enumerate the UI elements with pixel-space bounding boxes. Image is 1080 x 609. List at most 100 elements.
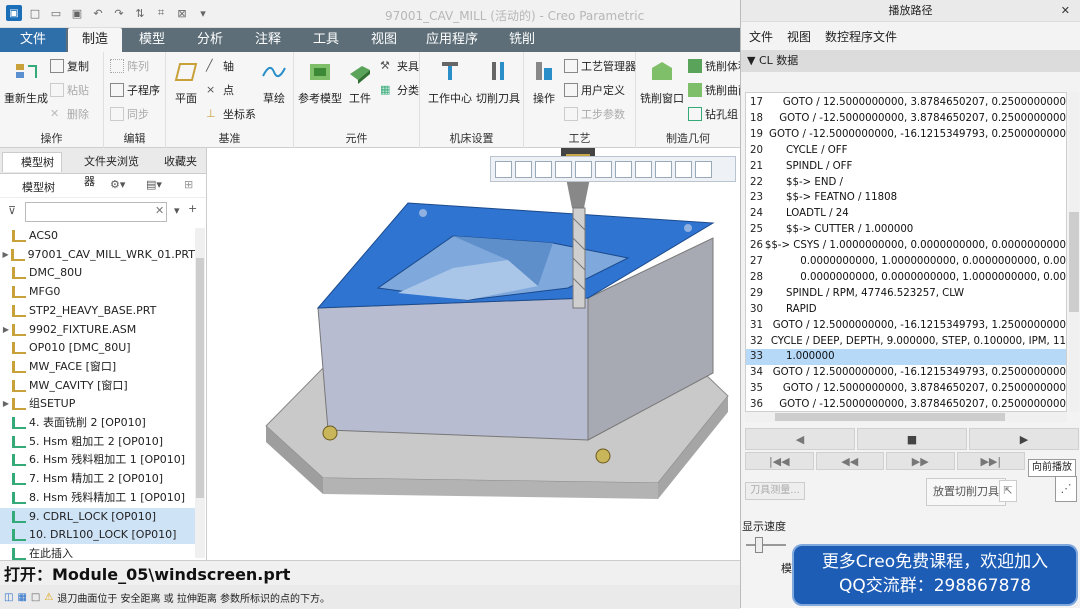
cl-hscroll-thumb[interactable] — [775, 413, 1005, 421]
tree-item[interactable]: 9. CDRL_LOCK [OP010] — [0, 507, 195, 526]
cl-data-row[interactable]: 31 GOTO / 12.5000000000, -16.1215349793, … — [746, 318, 1066, 334]
app-logo-icon[interactable]: ▣ — [6, 5, 22, 21]
tree-item[interactable]: OP010 [DMC_80U] — [0, 339, 195, 357]
tab-folder-browser[interactable]: 文件夹浏览器 — [66, 152, 140, 188]
saved-views-icon[interactable] — [575, 160, 592, 178]
tool-measure-button[interactable]: 刀具测量... — [745, 482, 805, 500]
cl-data-row[interactable]: 29 SPINDL / RPM, 47746.523257, CLW — [746, 286, 1066, 302]
zoom-in-icon[interactable] — [515, 160, 532, 178]
fast-forward-button[interactable]: ▶▶| — [956, 452, 1025, 470]
expand-arrow-icon[interactable]: ▶ — [0, 321, 12, 339]
cl-data-row[interactable]: 35 GOTO / 12.5000000000, 3.8784650207, 0.… — [746, 381, 1066, 397]
workpiece-button[interactable]: 工件 — [346, 58, 374, 106]
drill-group-button[interactable]: 钻孔组 — [688, 106, 738, 122]
step-parameters-button[interactable]: 工步参数 — [564, 106, 625, 122]
window-icon[interactable]: ⌗ — [153, 5, 169, 21]
menu-file[interactable]: 文件 — [749, 28, 773, 45]
cl-data-row[interactable]: 32 CYCLE / DEEP, DEPTH, 9.000000, STEP, 0… — [746, 334, 1066, 350]
tab-applications[interactable]: 应用程序 — [414, 28, 490, 52]
cl-data-row[interactable]: 36 GOTO / -12.5000000000, 3.8784650207, 0… — [746, 397, 1066, 411]
add-filter-icon[interactable]: + — [188, 202, 197, 215]
datum-display-icon[interactable] — [635, 160, 652, 178]
cl-data-row[interactable]: 33 1.000000 — [746, 349, 1066, 366]
spin-center-icon[interactable] — [675, 160, 692, 178]
undo-icon[interactable]: ↶ — [90, 5, 106, 21]
tree-item[interactable]: 8. Hsm 残料精加工 1 [OP010] — [0, 489, 195, 507]
menu-nc-file[interactable]: 数控程序文件 — [825, 28, 897, 45]
cl-vertical-scrollbar[interactable] — [1069, 92, 1079, 412]
rewind-button[interactable]: |◀◀ — [745, 452, 814, 470]
reference-model-button[interactable]: 参考模型 — [298, 58, 342, 106]
mill-window-button[interactable]: 铣削窗口 — [640, 58, 684, 106]
close-icon[interactable]: ✕ — [1061, 0, 1070, 22]
tree-search-input[interactable] — [25, 202, 167, 222]
classify-button[interactable]: ▦ 分类 — [380, 82, 419, 98]
sketch-button[interactable]: 草绘 — [260, 58, 288, 106]
tree-scrollbar[interactable] — [195, 228, 205, 558]
tree-scroll-thumb[interactable] — [196, 258, 204, 498]
clear-filter-icon[interactable]: ✕ — [155, 204, 164, 217]
tree-item[interactable]: DMC_80U — [0, 264, 195, 282]
cl-data-row[interactable]: 34 GOTO / 12.5000000000, -16.1215349793, … — [746, 365, 1066, 381]
filter-dropdown-icon[interactable]: ▾ — [174, 204, 180, 217]
user-defined-button[interactable]: 用户定义 — [564, 82, 625, 98]
zoom-fit-icon[interactable] — [495, 160, 512, 178]
cl-data-row[interactable]: 26 $$-> CSYS / 1.0000000000, 0.0000000000… — [746, 238, 1066, 254]
place-cutter-pick-icon[interactable]: ⇱ — [999, 480, 1017, 502]
axis-button[interactable]: ╱ 轴 — [206, 58, 234, 74]
step-back-button[interactable]: ◀◀ — [815, 452, 884, 470]
tree-item[interactable]: ▶ 9902_FIXTURE.ASM — [0, 321, 195, 339]
cl-data-row[interactable]: 17 GOTO / 12.5000000000, 3.8784650207, 0.… — [746, 95, 1066, 111]
browser-toggle-icon[interactable]: ▦ — [17, 592, 26, 603]
tree-item[interactable]: ▶ 组SETUP — [0, 395, 195, 413]
cl-scroll-thumb[interactable] — [1069, 212, 1079, 312]
fullscreen-icon[interactable]: □ — [31, 592, 40, 603]
tree-item[interactable]: MW_FACE [窗口] — [0, 358, 195, 376]
cl-horizontal-scrollbar[interactable] — [745, 412, 1067, 422]
cl-data-row[interactable]: 18 GOTO / -12.5000000000, 3.8784650207, 0… — [746, 111, 1066, 127]
display-speed-slider[interactable] — [746, 544, 786, 546]
menu-view[interactable]: 视图 — [787, 28, 811, 45]
sidebar-toggle-icon[interactable]: ◫ — [4, 592, 13, 603]
redo-icon[interactable]: ↷ — [111, 5, 127, 21]
subprogram-button[interactable]: 子程序 — [110, 82, 160, 98]
cl-data-list[interactable]: 17 GOTO / 12.5000000000, 3.8784650207, 0.… — [745, 92, 1067, 412]
play-forward-button[interactable]: ▶ — [969, 428, 1079, 450]
cl-data-row[interactable]: 22 $$-> END / — [746, 175, 1066, 191]
fixture-button[interactable]: ⚒ 夹具 — [380, 58, 419, 74]
model-3d-view[interactable] — [208, 148, 738, 560]
regen-icon[interactable]: ⇅ — [132, 5, 148, 21]
cl-data-row[interactable]: 20 CYCLE / OFF — [746, 143, 1066, 159]
step-forward-button[interactable]: ▶▶ — [886, 452, 955, 470]
tree-settings-icon[interactable]: ⚙▾ — [110, 178, 125, 191]
cl-data-row[interactable]: 21 SPINDL / OFF — [746, 159, 1066, 175]
operation-button[interactable]: 操作 — [530, 58, 558, 106]
pattern-button[interactable]: 阵列 — [110, 58, 149, 74]
customize-icon[interactable]: ▾ — [195, 5, 211, 21]
play-backward-button[interactable]: ◀ — [745, 428, 855, 450]
cutting-tool-button[interactable]: 切削刀具 — [476, 58, 520, 106]
repaint-icon[interactable] — [555, 160, 572, 178]
tab-annotate[interactable]: 注释 — [240, 28, 296, 52]
tab-file[interactable]: 文件 — [0, 28, 66, 52]
point-button[interactable]: × 点 — [206, 82, 234, 98]
tree-item[interactable]: 7. Hsm 精加工 2 [OP010] — [0, 470, 195, 488]
plane-button[interactable]: 平面 — [172, 58, 200, 106]
display-speed-thumb[interactable] — [755, 537, 763, 553]
graphics-viewport[interactable] — [208, 148, 738, 560]
delete-button[interactable]: ✕ 删除 — [50, 106, 89, 122]
tree-show-icon[interactable]: ▤▾ — [146, 178, 162, 191]
cl-data-row[interactable]: 19 GOTO / -12.5000000000, -16.1215349793,… — [746, 127, 1066, 143]
tab-manufacturing[interactable]: 制造 — [68, 28, 122, 52]
tab-milling[interactable]: 铣削 — [492, 28, 552, 52]
tree-item[interactable]: 5. Hsm 粗加工 2 [OP010] — [0, 433, 195, 451]
open-file-icon[interactable]: ▭ — [48, 5, 64, 21]
csys-button[interactable]: ⊥ 坐标系 — [206, 106, 256, 122]
expand-arrow-icon[interactable]: ▶ — [0, 246, 11, 264]
tab-analysis[interactable]: 分析 — [182, 28, 238, 52]
cl-data-row[interactable]: 25 $$-> CUTTER / 1.000000 — [746, 222, 1066, 238]
regenerate-button[interactable]: 重新生成 — [4, 58, 48, 106]
close-window-icon[interactable]: ⊠ — [174, 5, 190, 21]
work-center-button[interactable]: 工作中心 — [428, 58, 472, 106]
tree-item[interactable]: ACS0 — [0, 227, 195, 245]
